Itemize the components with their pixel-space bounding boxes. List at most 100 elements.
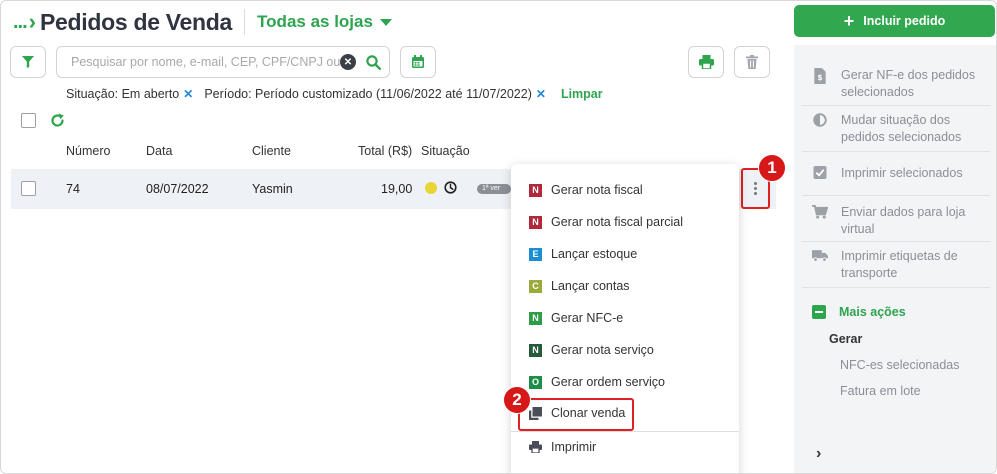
estoque-icon: E bbox=[529, 247, 542, 261]
breadcrumb-ellipsis[interactable]: ... bbox=[13, 11, 28, 34]
remove-filter-periodo-icon[interactable]: ✕ bbox=[536, 87, 546, 101]
include-order-label: Incluir pedido bbox=[863, 14, 946, 28]
clear-filters-link[interactable]: Limpar bbox=[561, 87, 603, 101]
remove-filter-situacao-icon[interactable]: ✕ bbox=[183, 87, 193, 101]
sidebar-action-mudar-situacao[interactable]: Mudar situação dos pedidos selecionados bbox=[812, 112, 961, 146]
menu-item-label: Lançar estoque bbox=[551, 247, 638, 261]
nota-servico-icon: N bbox=[529, 343, 542, 357]
nfce-icon: N bbox=[529, 311, 542, 325]
active-filters: Situação: Em aberto ✕ Período: Período c… bbox=[66, 87, 603, 101]
more-actions-label: Mais ações bbox=[839, 305, 906, 319]
sidebar-action-label: Gerar NF-e dos pedidos bbox=[841, 68, 976, 82]
collapse-sidebar-chevron-icon[interactable]: › bbox=[816, 445, 821, 463]
truck-icon bbox=[812, 250, 828, 262]
nota-fiscal-parcial-icon: N bbox=[529, 215, 542, 229]
sidebar-action-label: Mudar situação dos bbox=[841, 113, 951, 127]
store-selector[interactable]: Todas as lojas bbox=[257, 12, 392, 32]
clock-icon bbox=[444, 181, 457, 194]
minus-square-icon bbox=[812, 305, 826, 319]
delete-button[interactable] bbox=[734, 46, 770, 78]
callout-badge-1: 1 bbox=[758, 154, 786, 182]
calendar-button[interactable] bbox=[400, 46, 436, 78]
filter-icon bbox=[22, 56, 34, 68]
gerar-fatura-em-lote[interactable]: Fatura em lote bbox=[840, 384, 921, 398]
sidebar-action-gerar-nfe[interactable]: $ Gerar NF-e dos pedidos selecionados bbox=[812, 67, 975, 101]
caret-down-icon bbox=[379, 18, 392, 26]
filter-chip-periodo: Período: Período customizado (11/06/2022… bbox=[204, 87, 532, 101]
filter-chip-situacao: Situação: Em aberto bbox=[66, 87, 180, 101]
checkbox-checked-icon bbox=[813, 166, 827, 179]
contas-icon: C bbox=[529, 279, 542, 293]
menu-divider bbox=[511, 431, 739, 432]
page-title: Pedidos de Venda bbox=[40, 8, 233, 35]
calendar-icon bbox=[412, 55, 424, 68]
menu-item-gerar-ordem-servico[interactable]: O Gerar ordem serviço bbox=[529, 372, 665, 392]
sidebar-action-label: Imprimir etiquetas de bbox=[841, 249, 958, 263]
sidebar-divider bbox=[802, 287, 990, 288]
sidebar-action-etiquetas-transporte[interactable]: Imprimir etiquetas de transporte bbox=[812, 248, 958, 282]
column-header-total[interactable]: Total (R$) bbox=[358, 144, 412, 158]
sidebar-action-label: selecionados bbox=[841, 85, 914, 99]
menu-item-label: Gerar nota serviço bbox=[551, 343, 654, 357]
gerar-section-heading: Gerar bbox=[829, 332, 863, 346]
row-total: 19,00 bbox=[381, 182, 413, 196]
cart-icon bbox=[812, 205, 828, 219]
menu-item-lancar-estoque[interactable]: E Lançar estoque bbox=[529, 244, 637, 264]
clonar-venda-highlight bbox=[518, 398, 634, 431]
sidebar-action-label: virtual bbox=[841, 222, 875, 236]
gerar-nfces-selecionadas[interactable]: NFC-es selecionadas bbox=[840, 358, 960, 372]
search-box: ✕ bbox=[56, 46, 390, 78]
sidebar-action-enviar-loja-virtual[interactable]: Enviar dados para loja virtual bbox=[812, 204, 965, 238]
status-dot-icon bbox=[425, 182, 437, 194]
bulk-actions-sidebar: $ Gerar NF-e dos pedidos selecionados Mud… bbox=[794, 45, 996, 473]
menu-item-gerar-nota-fiscal[interactable]: N Gerar nota fiscal bbox=[529, 180, 643, 200]
filter-button[interactable] bbox=[10, 46, 46, 78]
invoice-dollar-icon: $ bbox=[814, 68, 826, 84]
sidebar-action-label: Enviar dados para loja bbox=[841, 205, 966, 219]
row-checkbox[interactable] bbox=[21, 181, 36, 196]
menu-item-lancar-contas[interactable]: C Lançar contas bbox=[529, 276, 630, 296]
header-divider bbox=[244, 9, 246, 35]
menu-item-gerar-nota-fiscal-parcial[interactable]: N Gerar nota fiscal parcial bbox=[529, 212, 683, 232]
select-all-checkbox[interactable] bbox=[21, 113, 36, 128]
trash-icon bbox=[746, 55, 758, 69]
search-input[interactable] bbox=[71, 55, 340, 69]
search-icon[interactable] bbox=[366, 54, 381, 70]
ordem-servico-icon: O bbox=[529, 375, 542, 389]
sidebar-action-label: pedidos selecionados bbox=[841, 130, 962, 144]
store-selector-label: Todas as lojas bbox=[257, 12, 373, 31]
menu-item-gerar-nfce[interactable]: N Gerar NFC-e bbox=[529, 308, 623, 328]
column-header-data[interactable]: Data bbox=[146, 144, 172, 158]
row-cliente: Yasmin bbox=[252, 182, 293, 196]
print-list-button[interactable] bbox=[688, 46, 724, 78]
menu-item-imprimir[interactable]: Imprimir bbox=[529, 437, 596, 457]
sidebar-divider bbox=[802, 195, 990, 196]
svg-text:$: $ bbox=[817, 73, 822, 82]
sidebar-action-label: transporte bbox=[841, 266, 898, 280]
menu-item-label: Gerar nota fiscal parcial bbox=[551, 215, 684, 229]
printer-icon bbox=[529, 441, 542, 453]
column-header-cliente[interactable]: Cliente bbox=[252, 144, 291, 158]
menu-item-label: Lançar contas bbox=[551, 279, 630, 293]
more-actions-toggle[interactable]: Mais ações bbox=[812, 305, 906, 319]
plus-icon: + bbox=[843, 10, 855, 31]
menu-item-gerar-nota-servico[interactable]: N Gerar nota serviço bbox=[529, 340, 654, 360]
sidebar-action-label: Imprimir selecionados bbox=[841, 166, 963, 180]
sidebar-divider bbox=[802, 241, 990, 242]
row-numero: 74 bbox=[66, 182, 80, 196]
sidebar-divider bbox=[802, 105, 990, 106]
menu-item-label: Gerar ordem serviço bbox=[551, 375, 665, 389]
menu-item-label: Imprimir bbox=[551, 440, 597, 454]
sidebar-divider bbox=[802, 151, 990, 152]
menu-item-label: Gerar nota fiscal bbox=[551, 183, 643, 197]
status-badge: 1ª ver bbox=[477, 184, 511, 194]
row-data: 08/07/2022 bbox=[146, 182, 209, 196]
clear-search-icon[interactable]: ✕ bbox=[340, 54, 356, 70]
sidebar-action-imprimir-selecionados[interactable]: Imprimir selecionados bbox=[812, 165, 963, 182]
include-order-button[interactable]: + Incluir pedido bbox=[794, 5, 995, 37]
column-header-numero[interactable]: Número bbox=[66, 144, 110, 158]
column-header-situacao[interactable]: Situação bbox=[421, 144, 470, 158]
chevron-right-icon: › bbox=[28, 9, 36, 34]
page-header: ... › Pedidos de Venda Todas as lojas bbox=[13, 7, 392, 37]
refresh-icon[interactable] bbox=[50, 113, 65, 128]
